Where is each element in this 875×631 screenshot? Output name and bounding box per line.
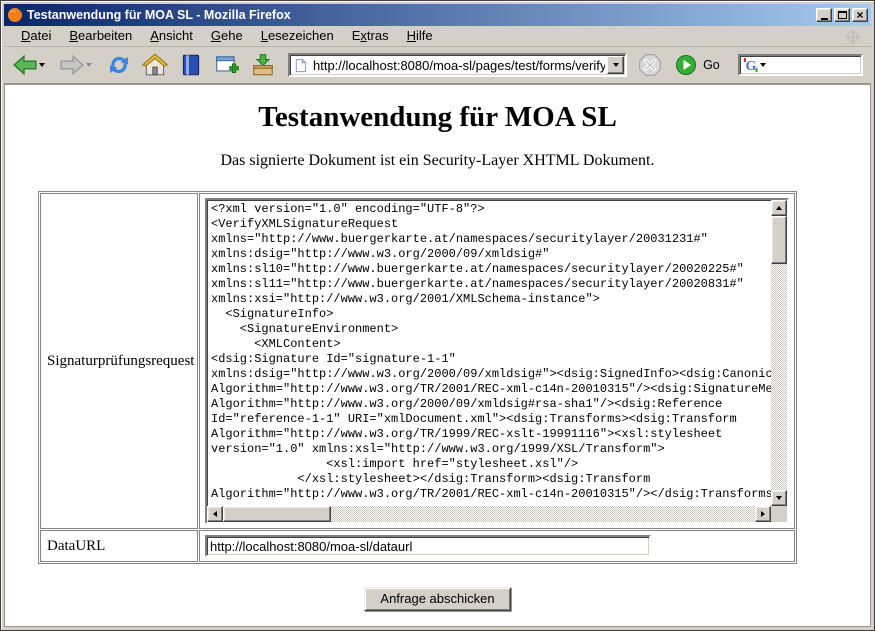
request-textarea[interactable]: <?xml version="1.0" encoding="UTF-8"?> <… (205, 198, 789, 524)
maximize-button[interactable] (834, 8, 850, 22)
window-title: Testanwendung für MOA SL - Mozilla Firef… (27, 8, 816, 22)
stop-button[interactable] (637, 52, 663, 78)
throbber-icon (845, 29, 861, 45)
bookmarks-button[interactable] (178, 52, 204, 78)
menu-bearbeiten[interactable]: Bearbeiten (60, 26, 141, 46)
arrow-down-icon (776, 496, 782, 500)
vertical-scroll-thumb[interactable] (771, 216, 787, 264)
scrollbar-corner (771, 506, 787, 522)
table-row: DataURL (40, 530, 795, 562)
horizontal-scrollbar[interactable] (207, 506, 771, 522)
google-icon[interactable]: G (743, 57, 759, 73)
vertical-scroll-track[interactable] (771, 216, 787, 490)
close-icon: × (856, 10, 863, 20)
minimize-icon (821, 18, 828, 20)
back-button[interactable] (12, 52, 38, 78)
reload-button[interactable] (106, 52, 132, 78)
table-row: Signaturprüfungsrequest <?xml version="1… (40, 193, 795, 529)
title-bar: Testanwendung für MOA SL - Mozilla Firef… (4, 4, 871, 26)
search-engine-dropdown-icon[interactable] (760, 63, 766, 67)
forward-dropdown-icon[interactable] (86, 63, 92, 67)
menu-bar: Datei Bearbeiten Ansicht Gehe Lesezeiche… (4, 26, 871, 47)
arrow-left-icon (213, 511, 217, 517)
browser-window: Testanwendung für MOA SL - Mozilla Firef… (0, 0, 875, 631)
svg-text:G: G (745, 59, 756, 73)
menu-datei[interactable]: Datei (12, 26, 60, 46)
maximize-icon (838, 11, 847, 19)
url-dropdown-button[interactable] (607, 56, 624, 74)
request-label: Signaturprüfungsrequest (40, 193, 198, 529)
window-controls: × (816, 8, 868, 22)
page-content: Testanwendung für MOA SL Das signierte D… (4, 84, 871, 627)
menu-hilfe[interactable]: Hilfe (398, 26, 442, 46)
new-window-button[interactable] (214, 52, 240, 78)
url-input[interactable] (311, 57, 607, 73)
forward-button[interactable] (59, 52, 85, 78)
arrow-up-icon (776, 206, 782, 210)
submit-row: Anfrage abschicken (5, 587, 870, 611)
dataurl-input[interactable] (205, 535, 651, 557)
submit-button[interactable]: Anfrage abschicken (364, 587, 510, 611)
page-title: Testanwendung für MOA SL (5, 101, 870, 134)
firefox-icon[interactable] (7, 7, 23, 23)
close-button[interactable]: × (852, 8, 868, 22)
chevron-down-icon (613, 63, 619, 67)
downloads-button[interactable] (250, 52, 276, 78)
scroll-up-button[interactable] (771, 200, 787, 216)
menu-ansicht[interactable]: Ansicht (141, 26, 202, 46)
vertical-scrollbar[interactable] (771, 200, 787, 506)
horizontal-scroll-track[interactable] (223, 506, 755, 522)
scroll-left-button[interactable] (207, 506, 223, 522)
search-box[interactable]: G (738, 54, 863, 76)
menu-extras[interactable]: Extras (343, 26, 398, 46)
horizontal-scroll-thumb[interactable] (223, 506, 331, 522)
url-bar[interactable] (288, 53, 627, 77)
page-icon[interactable] (293, 58, 308, 73)
navigation-toolbar: Go G (4, 47, 871, 84)
arrow-right-icon (761, 511, 765, 517)
home-button[interactable] (142, 52, 168, 78)
page-subtitle: Das signierte Dokument ist ein Security-… (5, 152, 870, 170)
request-xml-text[interactable]: <?xml version="1.0" encoding="UTF-8"?> <… (207, 200, 771, 506)
scroll-right-button[interactable] (755, 506, 771, 522)
minimize-button[interactable] (816, 8, 832, 22)
go-label[interactable]: Go (703, 58, 720, 72)
dataurl-label: DataURL (40, 530, 198, 562)
scroll-down-button[interactable] (771, 490, 787, 506)
go-button[interactable] (673, 52, 699, 78)
form-table: Signaturprüfungsrequest <?xml version="1… (38, 191, 797, 564)
search-input[interactable] (769, 58, 855, 73)
menu-lesezeichen[interactable]: Lesezeichen (252, 26, 343, 46)
menu-gehe[interactable]: Gehe (202, 26, 252, 46)
back-dropdown-icon[interactable] (39, 63, 45, 67)
